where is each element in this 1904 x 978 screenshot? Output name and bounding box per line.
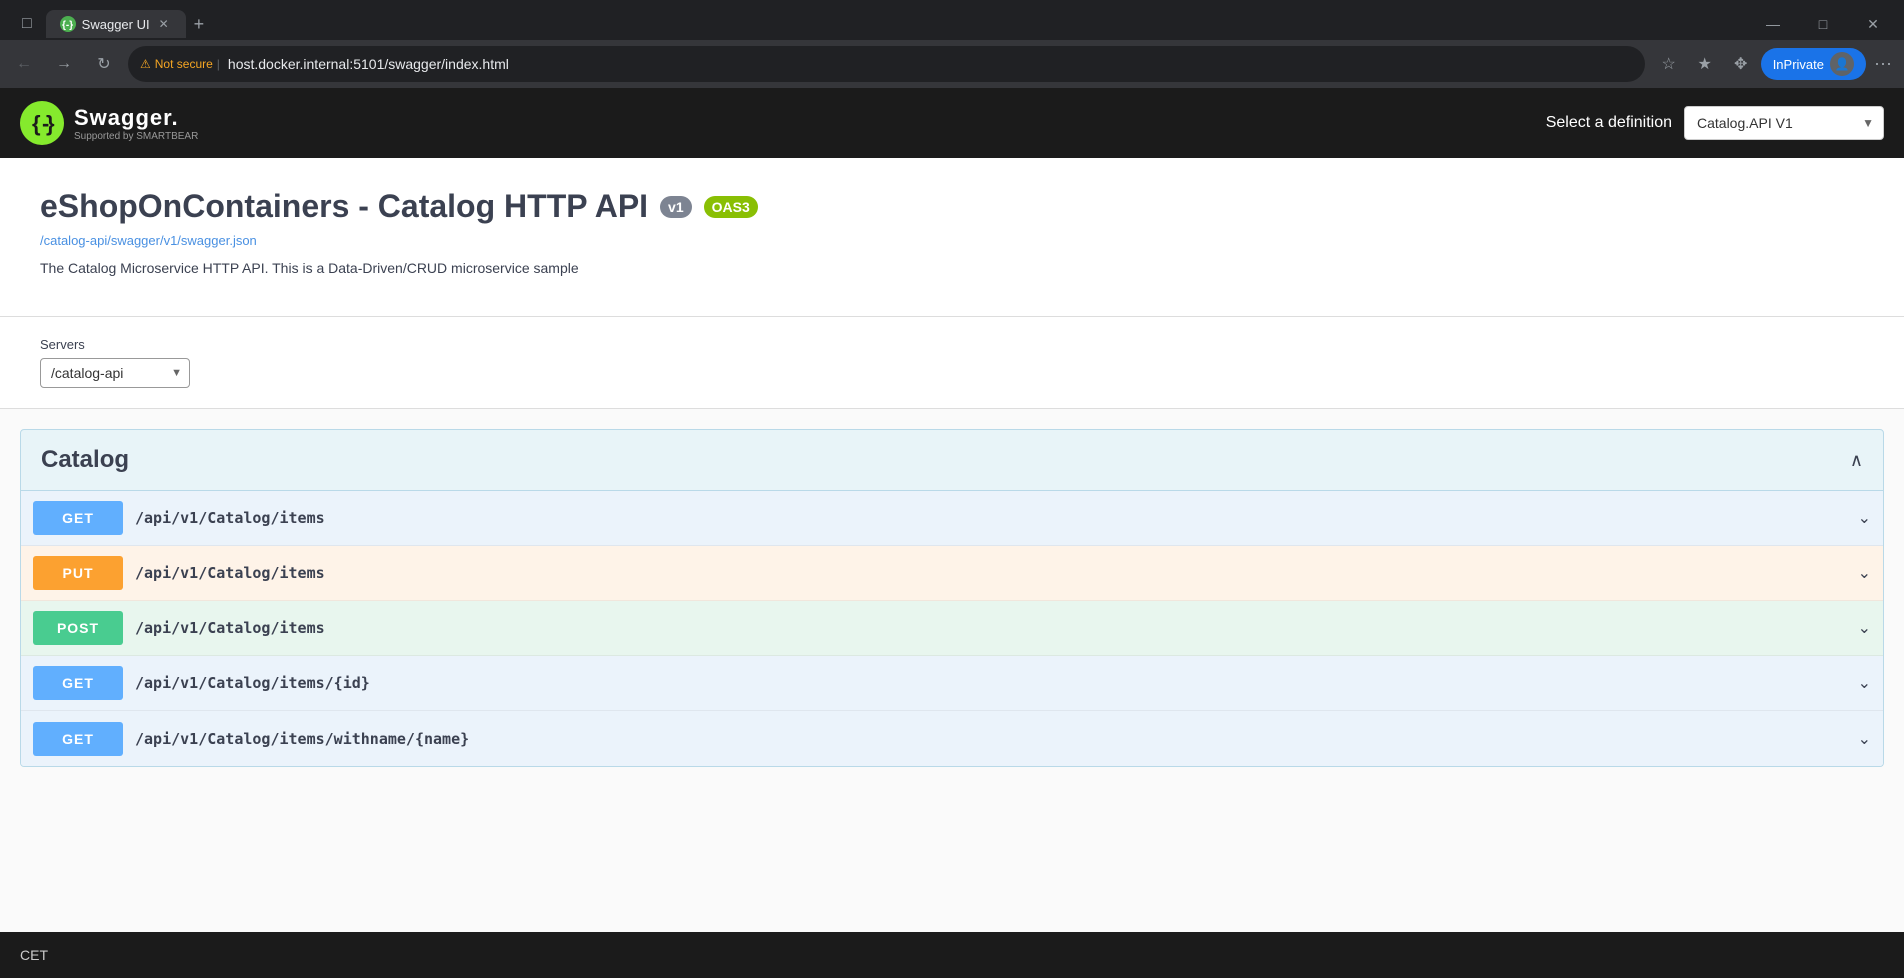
method-badge-post: POST (33, 611, 123, 645)
swagger-logo-icon: { - } (20, 101, 64, 145)
catalog-section: Catalog ∧ GET /api/v1/Catalog/items ⌄ PU… (0, 429, 1904, 767)
api-title: eShopOnContainers - Catalog HTTP API (40, 188, 648, 225)
expand-icon: ⌄ (1858, 508, 1871, 528)
endpoint-path: /api/v1/Catalog/items/withname/{name} (135, 730, 1846, 748)
svg-text:{-}: {-} (62, 20, 73, 30)
browser-chrome: □ {-} Swagger UI ✕ + — □ ✕ ← → ↻ ⚠ Not s… (0, 0, 1904, 88)
method-badge-get: GET (33, 666, 123, 700)
warning-icon: ⚠ (140, 57, 151, 71)
address-bar[interactable]: ⚠ Not secure | host.docker.internal:5101… (128, 46, 1645, 82)
main-content: eShopOnContainers - Catalog HTTP API v1 … (0, 158, 1904, 978)
api-link[interactable]: /catalog-api/swagger/v1/swagger.json (40, 233, 1864, 248)
api-info: eShopOnContainers - Catalog HTTP API v1 … (0, 158, 1904, 317)
tab-close-button[interactable]: ✕ (156, 16, 172, 32)
inprivate-label: InPrivate (1773, 57, 1824, 72)
endpoint-row[interactable]: PUT /api/v1/Catalog/items ⌄ (21, 546, 1883, 601)
reload-button[interactable]: ↻ (88, 48, 120, 80)
badge-oas3: OAS3 (704, 196, 758, 218)
endpoint-row[interactable]: GET /api/v1/Catalog/items/{id} ⌄ (21, 656, 1883, 711)
url-text: host.docker.internal:5101/swagger/index.… (228, 56, 1633, 72)
badge-v1: v1 (660, 196, 692, 218)
api-title-row: eShopOnContainers - Catalog HTTP API v1 … (40, 188, 1864, 225)
definition-selector: Select a definition Catalog.API V1 (1546, 106, 1884, 140)
swagger-subtitle: Supported by SMARTBEAR (74, 131, 198, 142)
wallet-icon[interactable]: ✥ (1725, 48, 1757, 80)
avatar: 👤 (1830, 52, 1854, 76)
close-button[interactable]: ✕ (1850, 8, 1896, 40)
endpoint-path: /api/v1/Catalog/items (135, 564, 1846, 582)
tab-title: Swagger UI (82, 17, 150, 32)
collapse-icon: ∧ (1850, 450, 1863, 471)
servers-label: Servers (40, 337, 1864, 352)
active-tab[interactable]: {-} Swagger UI ✕ (46, 10, 186, 38)
swagger-logo-text: Swagger. Supported by SMARTBEAR (74, 105, 198, 142)
window-controls: — □ ✕ (1750, 8, 1896, 40)
collections-icon[interactable]: ★ (1689, 48, 1721, 80)
tab-favicon: {-} (60, 16, 76, 32)
back-button[interactable]: ← (8, 48, 40, 80)
bottom-bar: CET (0, 932, 1904, 978)
method-badge-get: GET (33, 501, 123, 535)
endpoint-path: /api/v1/Catalog/items (135, 619, 1846, 637)
browser-menu-button[interactable]: ⋯ (1870, 50, 1896, 79)
swagger-header: { - } Swagger. Supported by SMARTBEAR Se… (0, 88, 1904, 158)
expand-icon: ⌄ (1858, 618, 1871, 638)
section-divider (0, 408, 1904, 409)
tab-square-icon[interactable]: □ (8, 9, 46, 39)
toolbar-right: ☆ ★ ✥ InPrivate 👤 ⋯ (1653, 48, 1896, 80)
endpoint-path: /api/v1/Catalog/items (135, 509, 1846, 527)
endpoint-row[interactable]: POST /api/v1/Catalog/items ⌄ (21, 601, 1883, 656)
minimize-button[interactable]: — (1750, 8, 1796, 40)
security-text: Not secure (155, 57, 213, 71)
endpoint-row[interactable]: GET /api/v1/Catalog/items/withname/{name… (21, 711, 1883, 766)
browser-tabs: □ {-} Swagger UI ✕ + — □ ✕ (0, 0, 1904, 40)
expand-icon: ⌄ (1858, 673, 1871, 693)
catalog-title: Catalog (41, 446, 129, 474)
new-tab-button[interactable]: + (186, 10, 213, 39)
expand-icon: ⌄ (1858, 563, 1871, 583)
catalog-header[interactable]: Catalog ∧ (20, 429, 1884, 491)
security-warning: ⚠ Not secure | (140, 57, 220, 71)
servers-select[interactable]: /catalog-api (40, 358, 190, 388)
restore-button[interactable]: □ (1800, 8, 1846, 40)
expand-icon: ⌄ (1858, 729, 1871, 749)
method-badge-put: PUT (33, 556, 123, 590)
forward-button[interactable]: → (48, 48, 80, 80)
servers-section: Servers /catalog-api (0, 317, 1904, 408)
definition-select-wrapper: Catalog.API V1 (1684, 106, 1884, 140)
definition-select[interactable]: Catalog.API V1 (1684, 106, 1884, 140)
method-badge-get: GET (33, 722, 123, 756)
browser-toolbar: ← → ↻ ⚠ Not secure | host.docker.interna… (0, 40, 1904, 88)
inprivate-button[interactable]: InPrivate 👤 (1761, 48, 1866, 80)
swagger-title: Swagger. (74, 105, 198, 131)
favorites-icon[interactable]: ☆ (1653, 48, 1685, 80)
bottom-bar-text: CET (20, 947, 48, 963)
servers-select-wrapper: /catalog-api (40, 358, 190, 388)
definition-label: Select a definition (1546, 114, 1672, 132)
svg-text:}: } (46, 111, 55, 136)
swagger-logo: { - } Swagger. Supported by SMARTBEAR (20, 101, 198, 145)
api-description: The Catalog Microservice HTTP API. This … (40, 260, 1864, 276)
endpoint-path: /api/v1/Catalog/items/{id} (135, 674, 1846, 692)
endpoints-list: GET /api/v1/Catalog/items ⌄ PUT /api/v1/… (20, 491, 1884, 767)
endpoint-row[interactable]: GET /api/v1/Catalog/items ⌄ (21, 491, 1883, 546)
svg-text:{: { (32, 111, 41, 136)
